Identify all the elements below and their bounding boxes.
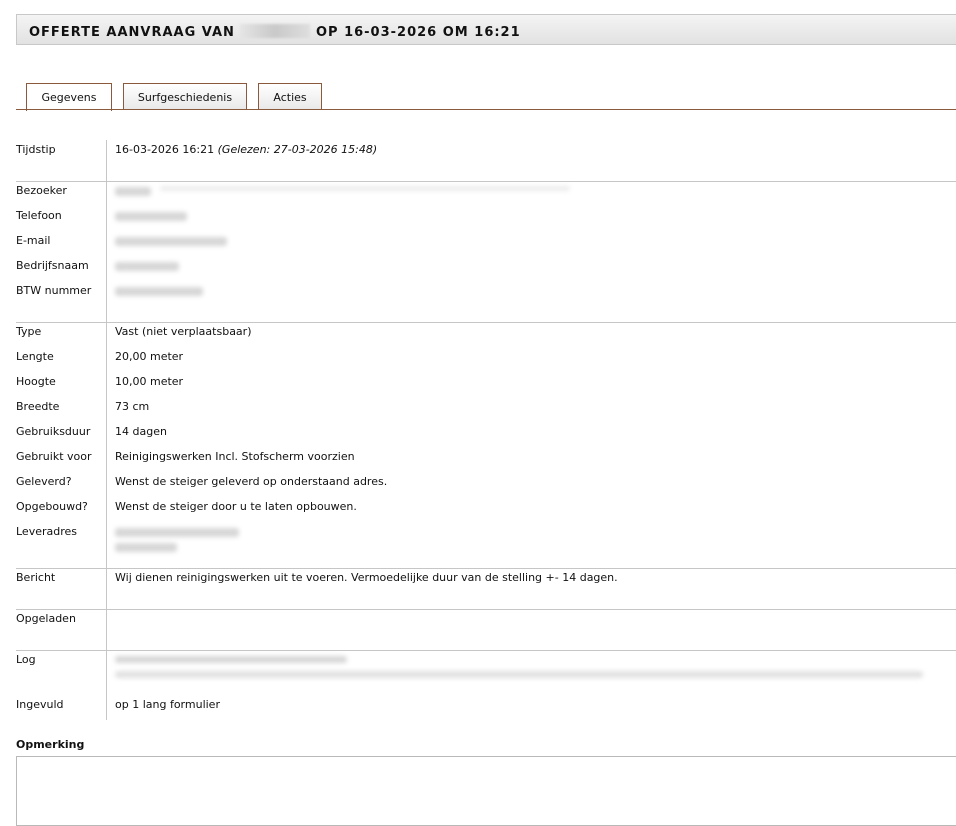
tab-gegevens-label: Gegevens (41, 91, 97, 104)
value-geleverd: Wenst de steiger geleverd op onderstaand… (115, 475, 388, 488)
redacted-email (115, 237, 227, 246)
label-leveradres: Leveradres (16, 525, 78, 538)
tab-acties-label: Acties (273, 91, 307, 104)
tabs-underline (16, 109, 956, 110)
title-prefix: OFFERTE AANVRAAG VAN (29, 25, 235, 40)
label-telefoon: Telefoon (16, 209, 62, 222)
redacted-leveradres-line2 (115, 543, 177, 552)
section-separator (16, 322, 956, 323)
redacted-btw (115, 287, 203, 296)
opmerking-label: Opmerking (16, 738, 85, 751)
section-separator (16, 181, 956, 182)
value-hoogte: 10,00 meter (115, 375, 184, 388)
label-type: Type (16, 325, 42, 338)
tab-surfgeschiedenis-label: Surfgeschiedenis (137, 91, 233, 104)
label-opgeladen: Opgeladen (16, 612, 76, 625)
label-log: Log (16, 653, 36, 666)
tab-acties[interactable]: Acties (258, 83, 322, 109)
value-breedte: 73 cm (115, 400, 150, 413)
label-opgebouwd: Opgebouwd? (16, 500, 88, 513)
redacted-log-line2 (115, 671, 923, 678)
label-bericht: Bericht (16, 571, 56, 584)
section-separator (16, 609, 956, 610)
tijdstip-datetime: 16-03-2026 16:21 (115, 143, 215, 156)
redacted-bezoeker-extra (160, 186, 570, 191)
title-suffix: OP 16-03-2026 OM 16:21 (315, 25, 521, 40)
value-lengte: 20,00 meter (115, 350, 184, 363)
label-gebruiksduur: Gebruiksduur (16, 425, 91, 438)
section-separator (16, 568, 956, 569)
label-lengte: Lengte (16, 350, 54, 363)
tijdstip-read-note: (Gelezen: 27-03-2026 15:48) (217, 143, 378, 156)
label-bezoeker: Bezoeker (16, 184, 67, 197)
value-opgebouwd: Wenst de steiger door u te laten opbouwe… (115, 500, 357, 513)
label-gebruikt-voor: Gebruikt voor (16, 450, 92, 463)
value-bericht: Wij dienen reinigingswerken uit te voere… (115, 571, 618, 584)
redacted-bezoeker (115, 187, 151, 196)
tab-gegevens[interactable]: Gegevens (26, 83, 112, 111)
value-tijdstip: 16-03-2026 16:21 (Gelezen: 27-03-2026 15… (115, 143, 377, 157)
tab-surfgeschiedenis[interactable]: Surfgeschiedenis (123, 83, 247, 109)
value-ingevuld: op 1 lang formulier (115, 698, 220, 711)
label-breedte: Breedte (16, 400, 60, 413)
label-bedrijfsnaam: Bedrijfsnaam (16, 259, 89, 272)
page-header: OFFERTE AANVRAAG VAN OP 16-03-2026 OM 16… (16, 14, 956, 45)
value-gebruiksduur: 14 dagen (115, 425, 167, 438)
redacted-visitor-name (240, 24, 311, 38)
label-tijdstip: Tijdstip (16, 143, 56, 156)
redacted-bedrijfsnaam (115, 262, 179, 271)
section-separator (16, 650, 956, 651)
label-btw-nummer: BTW nummer (16, 284, 92, 297)
column-divider (106, 140, 107, 720)
redacted-leveradres-line1 (115, 528, 239, 537)
redacted-telefoon (115, 212, 187, 221)
label-hoogte: Hoogte (16, 375, 56, 388)
label-geleverd: Geleverd? (16, 475, 72, 488)
redacted-log-line1 (115, 656, 347, 663)
value-type: Vast (niet verplaatsbaar) (115, 325, 252, 338)
label-email: E-mail (16, 234, 51, 247)
opmerking-textarea[interactable] (16, 756, 956, 826)
page-title: OFFERTE AANVRAAG VAN OP 16-03-2026 OM 16… (29, 24, 521, 40)
value-gebruikt-voor: Reinigingswerken Incl. Stofscherm voorzi… (115, 450, 355, 463)
label-ingevuld: Ingevuld (16, 698, 64, 711)
